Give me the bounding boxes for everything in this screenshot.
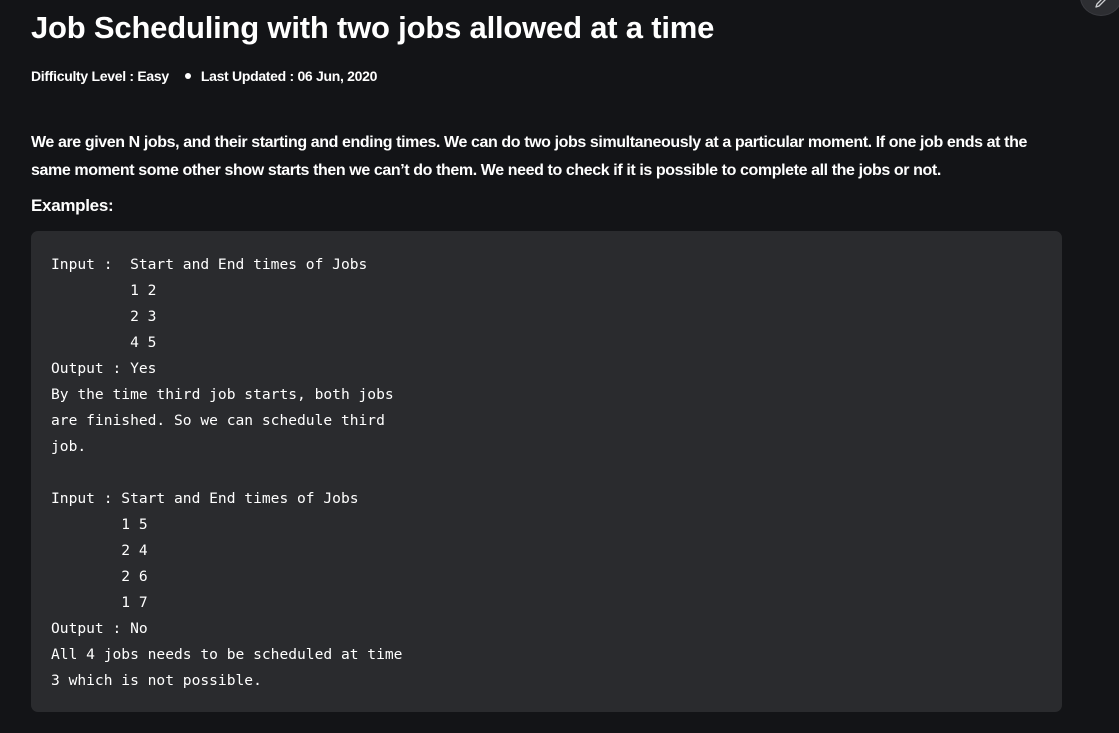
page-title: Job Scheduling with two jobs allowed at … xyxy=(31,10,715,45)
example-code[interactable]: Input : Start and End times of Jobs 1 2 … xyxy=(51,252,1042,694)
problem-description: We are given N jobs, and their starting … xyxy=(31,134,1027,179)
article-meta: Difficulty Level : Easy Last Updated : 0… xyxy=(31,68,377,84)
last-updated: Last Updated : 06 Jun, 2020 xyxy=(200,68,378,84)
separator-dot xyxy=(184,73,191,79)
edit-button[interactable] xyxy=(1080,0,1119,16)
difficulty-level: Difficulty Level : Easy xyxy=(31,68,169,84)
examples-heading: Examples: xyxy=(31,196,114,215)
code-block: Input : Start and End times of Jobs 1 2 … xyxy=(31,231,1062,712)
pencil-icon xyxy=(1095,0,1106,8)
